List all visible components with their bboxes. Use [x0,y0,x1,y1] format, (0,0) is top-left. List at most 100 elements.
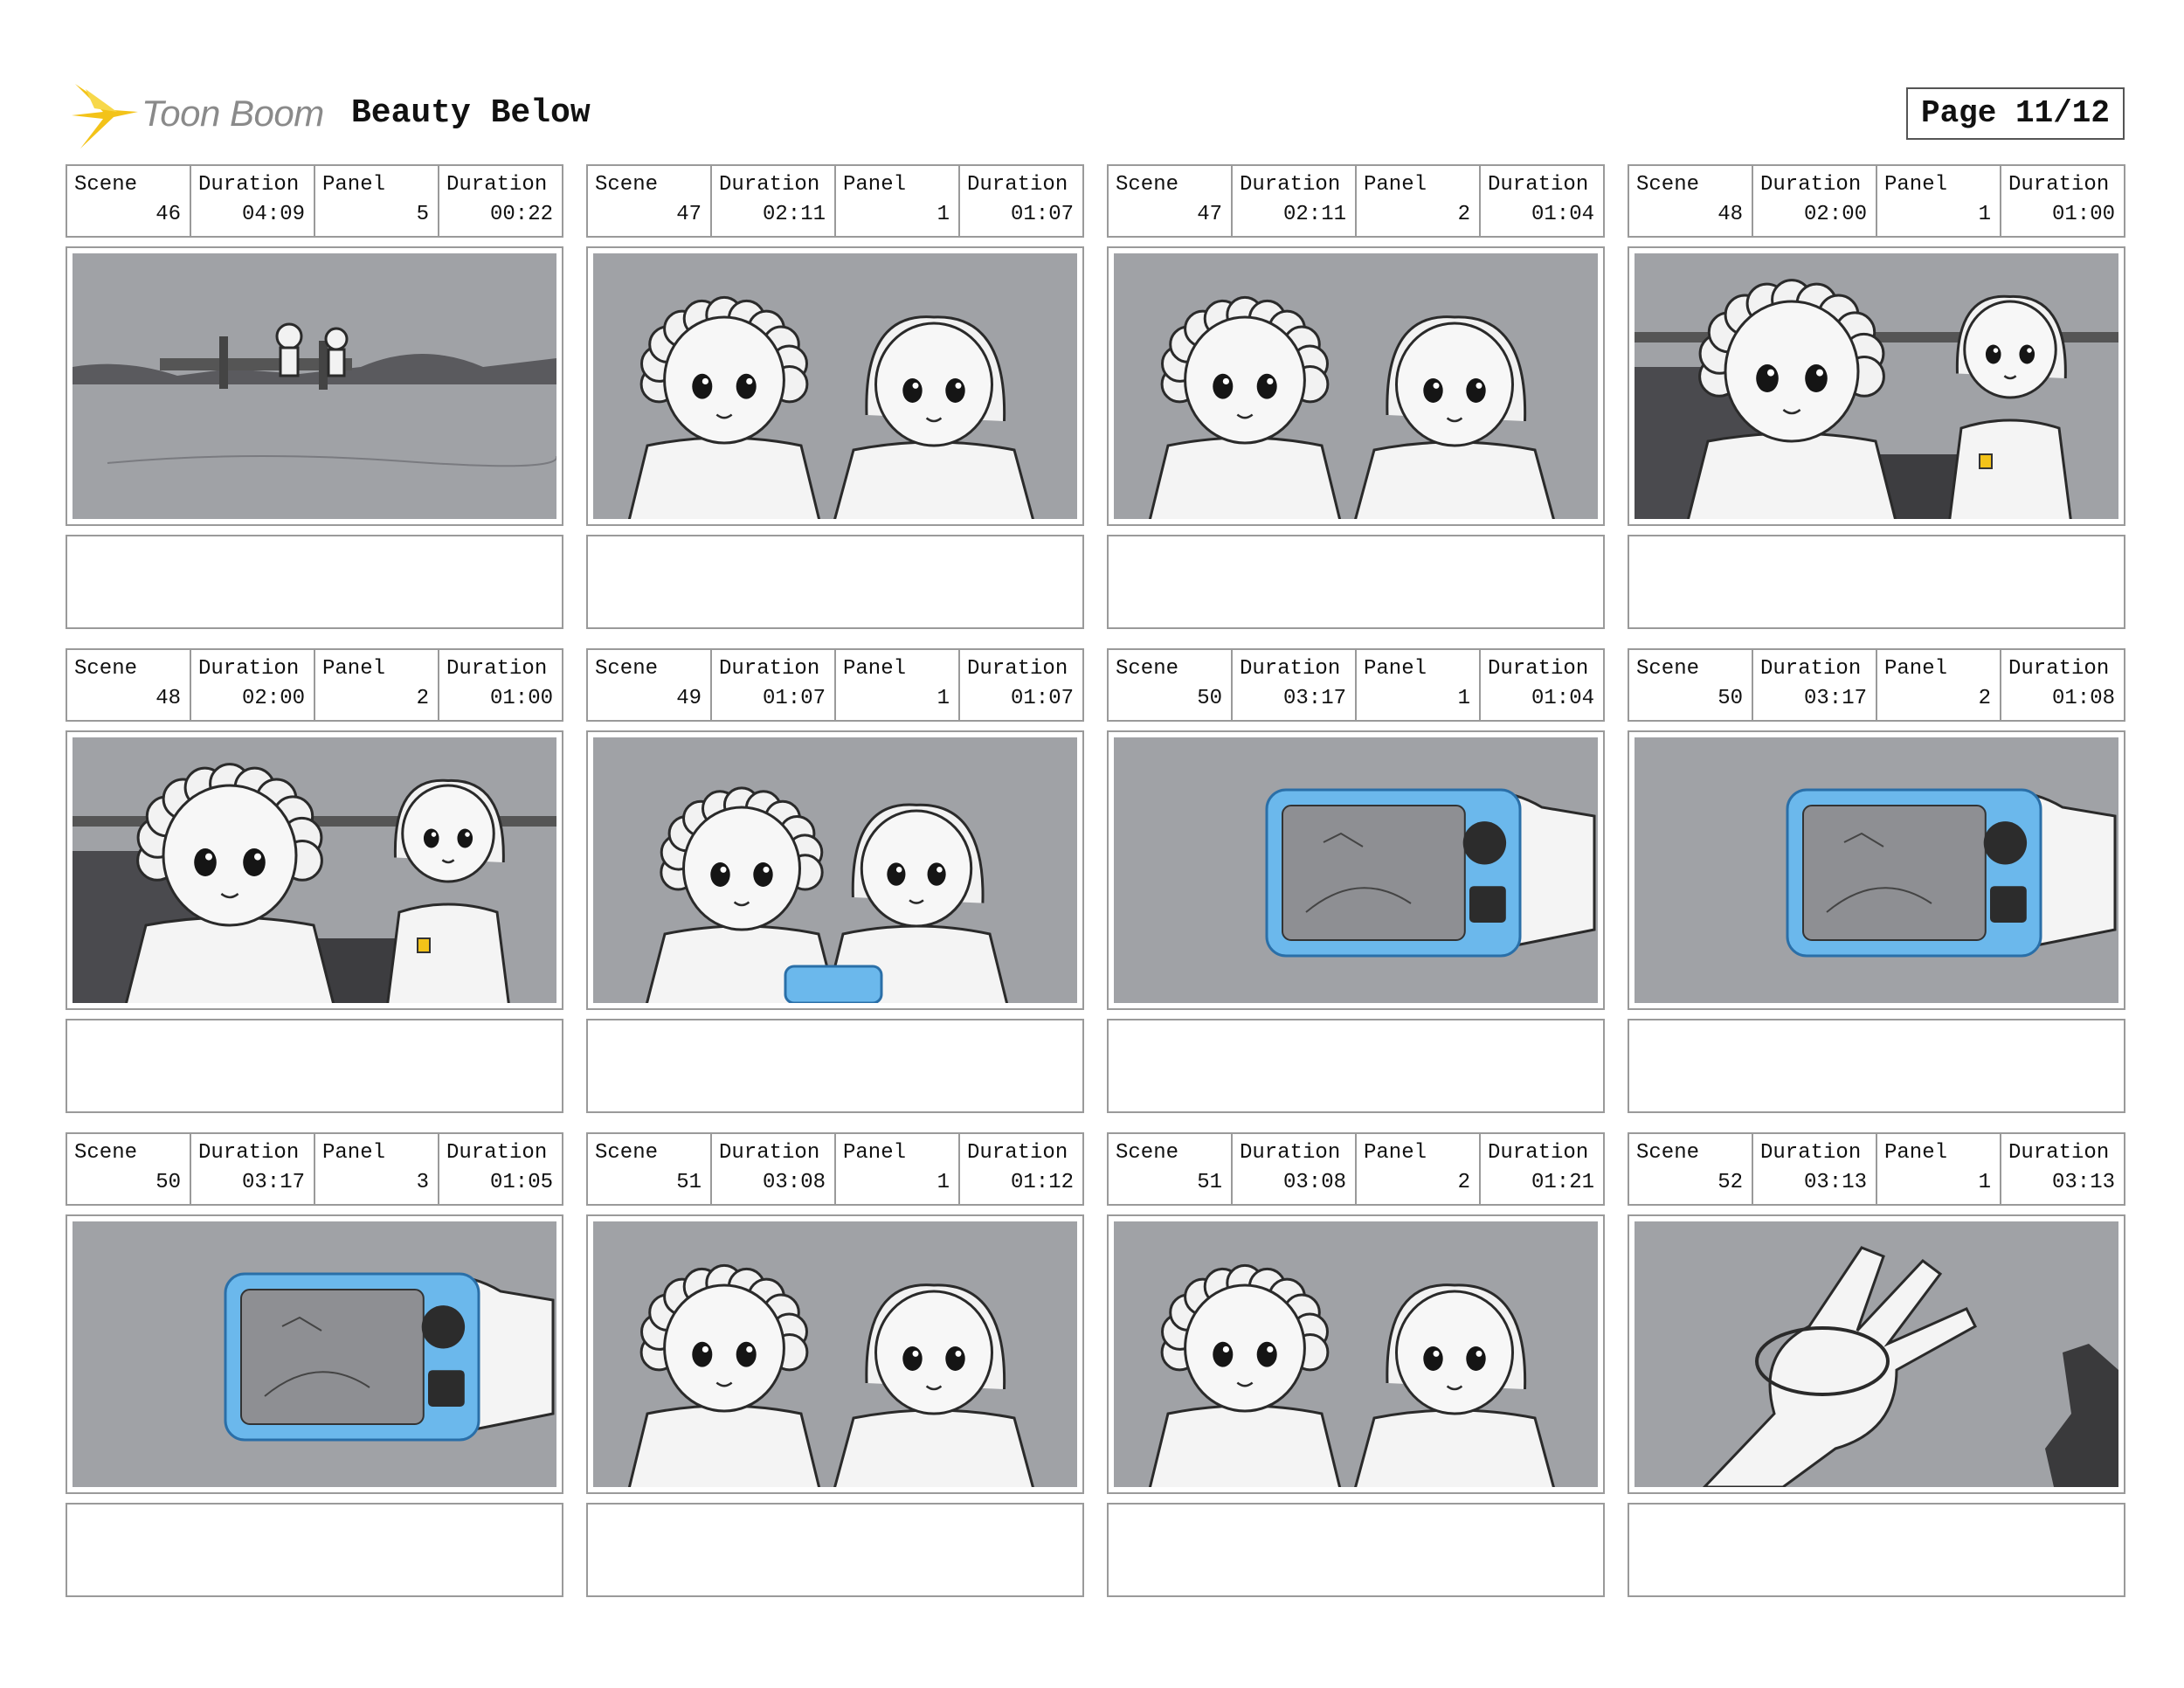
panel-notes-box[interactable] [66,1503,563,1597]
panel-image-frame[interactable] [586,730,1084,1010]
panel-image-frame[interactable] [586,1214,1084,1494]
scene-duration-value: 03:08 [1282,1171,1346,1194]
scene-cell: Scene 47 [588,166,712,236]
scene-label: Scene [1116,1141,1179,1165]
scene-duration-cell: Duration 02:00 [1753,166,1877,236]
panel-image-frame[interactable] [1628,246,2125,526]
panel-image-frame[interactable] [1107,246,1605,526]
wide-shot-dock-two-kids-drawing [73,253,556,519]
hand-with-bracelet-drawing [1635,1221,2118,1487]
scene-cell: Scene 48 [1629,166,1753,236]
scene-duration-label: Duration [1760,1141,1862,1165]
panel-image-frame[interactable] [66,1214,563,1494]
panel-notes-box[interactable] [1628,1019,2125,1113]
panel-number: 1 [936,203,950,226]
panel-notes-box[interactable] [586,1019,1084,1113]
panel-info-bar: Scene 49 Duration 01:07 Panel 1 Duration… [586,648,1084,722]
panel-image-frame[interactable] [1107,730,1605,1010]
panel-duration-value: 01:00 [489,687,553,710]
scene-label: Scene [1636,173,1700,197]
scene-label: Scene [595,173,659,197]
panel-image-frame[interactable] [1628,730,2125,1010]
scene-duration-cell: Duration 03:08 [1233,1134,1357,1204]
scene-number: 50 [1197,687,1222,710]
hand-holding-blue-device-drawing [1114,737,1598,1003]
panel-image-frame[interactable] [1628,1214,2125,1494]
panel-cell: Panel 1 [1357,650,1481,720]
scene-number: 48 [156,687,181,710]
scene-duration-value: 03:17 [1803,687,1867,710]
panel-image-frame[interactable] [66,730,563,1010]
panel-number: 2 [1978,687,1991,710]
scene-cell: Scene 52 [1629,1134,1753,1204]
scene-cell: Scene 51 [588,1134,712,1204]
panel-duration-cell: Duration 00:22 [439,166,562,236]
panel-number: 1 [1457,687,1470,710]
panel-duration-cell: Duration 01:21 [1481,1134,1603,1204]
panel-info-bar: Scene 50 Duration 03:17 Panel 2 Duration… [1628,648,2125,722]
panel-info-bar: Scene 48 Duration 02:00 Panel 2 Duration… [66,648,563,722]
panel-label: Panel [843,657,907,681]
panel-duration-value: 00:22 [489,203,553,226]
panel-duration-value: 01:04 [1531,203,1594,226]
scene-duration-value: 03:08 [762,1171,826,1194]
scene-duration-label: Duration [719,657,820,681]
panel-cell: Panel 1 [1877,166,2001,236]
panel-notes-box[interactable] [1107,1503,1605,1597]
panel-number: 2 [416,687,429,710]
scene-duration-value: 03:13 [1803,1171,1867,1194]
panel-image-frame[interactable] [1107,1214,1605,1494]
panel-notes-box[interactable] [586,535,1084,629]
panel-notes-box[interactable] [1107,535,1605,629]
panel-duration-value: 01:07 [1010,203,1074,226]
panel-cell: Panel 1 [836,650,960,720]
panel-notes-box[interactable] [586,1503,1084,1597]
panel-duration-cell: Duration 01:00 [439,650,562,720]
scene-duration-cell: Duration 03:08 [712,1134,836,1204]
scene-duration-value: 02:00 [1803,203,1867,226]
panel-duration-value: 01:07 [1010,687,1074,710]
scene-duration-cell: Duration 03:17 [1233,650,1357,720]
scene-duration-label: Duration [719,173,820,197]
scene-duration-cell: Duration 03:17 [191,1134,315,1204]
panel-duration-cell: Duration 01:08 [2001,650,2124,720]
panel-duration-cell: Duration 01:04 [1481,166,1603,236]
panel-duration-label: Duration [1488,1141,1589,1165]
panel-number: 3 [416,1171,429,1194]
panel-cell: Panel 1 [836,166,960,236]
scene-duration-cell: Duration 03:17 [1753,650,1877,720]
panel-image-frame[interactable] [586,246,1084,526]
scene-duration-value: 02:00 [241,687,305,710]
scene-cell: Scene 48 [67,650,191,720]
panel-notes-box[interactable] [1628,1503,2125,1597]
panel-duration-label: Duration [446,657,548,681]
panel-image-frame[interactable] [66,246,563,526]
scene-duration-label: Duration [719,1141,820,1165]
scene-duration-value: 04:09 [241,203,305,226]
panel-label: Panel [1884,1141,1948,1165]
kids-on-couch-drawing [73,737,556,1003]
scene-label: Scene [74,173,138,197]
scene-duration-cell: Duration 02:11 [1233,166,1357,236]
panel-cell: Panel 2 [1877,650,2001,720]
panel-duration-value: 01:21 [1531,1171,1594,1194]
panel-notes-box[interactable] [66,1019,563,1113]
panel-duration-cell: Duration 01:12 [960,1134,1082,1204]
scene-label: Scene [595,657,659,681]
scene-number: 47 [1197,203,1222,226]
panel-notes-box[interactable] [1628,535,2125,629]
scene-cell: Scene 51 [1109,1134,1233,1204]
scene-duration-value: 03:17 [1282,687,1346,710]
panel-duration-cell: Duration 01:00 [2001,166,2124,236]
scene-label: Scene [1116,173,1179,197]
panel-notes-box[interactable] [66,535,563,629]
scene-cell: Scene 47 [1109,166,1233,236]
panel-duration-value: 01:08 [2051,687,2115,710]
scene-cell: Scene 50 [1109,650,1233,720]
panel-notes-box[interactable] [1107,1019,1605,1113]
panel-info-bar: Scene 46 Duration 04:09 Panel 5 Duration… [66,164,563,238]
panel-duration-cell: Duration 01:07 [960,650,1082,720]
panel-number: 5 [416,203,429,226]
hand-holding-blue-device-drawing [1635,737,2118,1003]
scene-duration-label: Duration [1240,173,1341,197]
